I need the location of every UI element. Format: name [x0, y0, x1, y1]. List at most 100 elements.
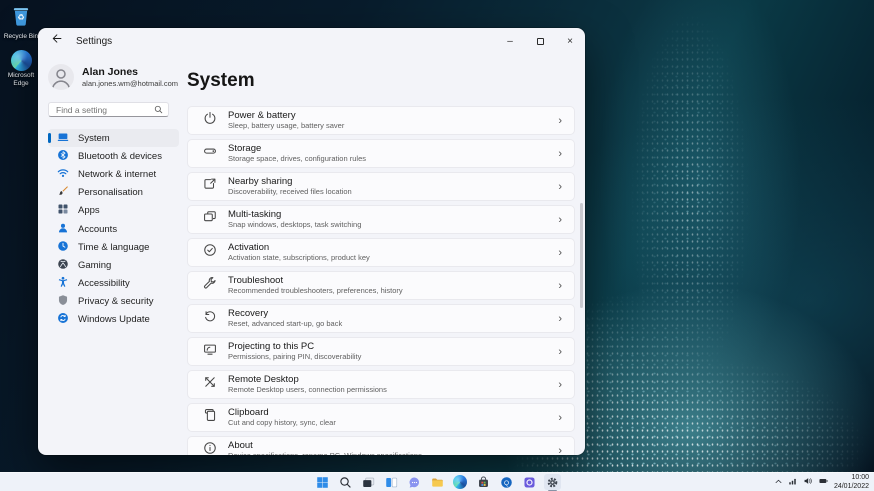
- app-blue-icon: Q: [500, 476, 512, 488]
- setting-card-about[interactable]: AboutDevice specifications, rename PC, W…: [187, 436, 575, 455]
- time-language-icon: [57, 240, 69, 255]
- start-icon: [316, 476, 328, 488]
- minimize-button[interactable]: –: [495, 28, 525, 54]
- setting-subtitle: Reset, advanced start-up, go back: [228, 319, 343, 329]
- troubleshoot-icon: [203, 276, 217, 295]
- setting-card-remote-desktop[interactable]: Remote Desktop Remote Desktop users, conn…: [187, 370, 575, 399]
- profile-email: alan.jones.wm@hotmail.com: [82, 79, 178, 89]
- sidebar-item-network-internet[interactable]: Network & internet: [48, 165, 179, 183]
- setting-title: Nearby sharing: [228, 175, 293, 187]
- edge-button[interactable]: [452, 474, 469, 490]
- app-blue-button[interactable]: Q: [498, 474, 515, 490]
- sidebar-item-gaming[interactable]: Gaming: [48, 256, 179, 274]
- setting-card-storage[interactable]: Storage Storage space, drives, configurat…: [187, 139, 575, 168]
- user-profile[interactable]: Alan Jones alan.jones.wm@hotmail.com: [48, 64, 187, 90]
- settings-list: Power & battery Sleep, battery usage, bat…: [187, 106, 575, 455]
- page-title: System: [187, 70, 255, 91]
- sidebar-item-bluetooth-devices[interactable]: Bluetooth & devices: [48, 147, 179, 165]
- sidebar-item-label: Privacy & security: [78, 296, 154, 308]
- edge-shortcut[interactable]: Microsoft Edge: [0, 49, 42, 88]
- network-icon: [57, 167, 69, 182]
- chevron-right-icon: ›: [558, 114, 562, 127]
- chat-button[interactable]: [406, 474, 423, 490]
- search-input[interactable]: [54, 103, 154, 116]
- scrollbar[interactable]: [580, 203, 583, 308]
- maximize-icon: [536, 37, 544, 45]
- widgets-button[interactable]: [383, 474, 400, 490]
- sidebar-item-label: Time & language: [78, 241, 150, 253]
- store-icon: [478, 475, 488, 487]
- desktop: ♻ Recycle Bin Microsoft Edge Settings – …: [0, 0, 874, 491]
- edge-icon: [453, 475, 467, 489]
- task-view-button[interactable]: [360, 474, 377, 490]
- storage-icon: [203, 144, 217, 163]
- app-purple-button[interactable]: [521, 474, 538, 490]
- clock-time: 10:00: [851, 473, 869, 481]
- setting-subtitle: Recommended troubleshooters, preferences…: [228, 286, 403, 296]
- setting-card-power-battery[interactable]: Power & battery Sleep, battery usage, bat…: [187, 106, 575, 135]
- sidebar-item-system[interactable]: System: [48, 129, 179, 148]
- sidebar-item-personalisation[interactable]: Personalisation: [48, 184, 179, 202]
- close-button[interactable]: ×: [555, 28, 585, 54]
- setting-title: Recovery: [228, 307, 269, 319]
- sidebar-item-apps[interactable]: Apps: [48, 202, 179, 220]
- battery-icon[interactable]: [818, 473, 829, 491]
- projecting-icon: [203, 342, 217, 361]
- tray-chevron-up-icon[interactable]: [774, 473, 783, 491]
- system-icon: [57, 131, 69, 146]
- desktop-icon-label: Microsoft Edge: [7, 71, 35, 87]
- about-icon: [203, 441, 217, 455]
- desktop-icons: ♻ Recycle Bin Microsoft Edge: [0, 6, 42, 87]
- taskbar: Q 10:00 24/01/2022: [0, 472, 874, 491]
- activation-icon: [203, 243, 217, 262]
- sidebar-item-time-language[interactable]: Time & language: [48, 238, 179, 256]
- recovery-icon: [203, 309, 217, 328]
- nearby-sharing-icon: [203, 177, 217, 196]
- setting-title: Troubleshoot: [228, 274, 284, 286]
- sidebar-item-windows-update[interactable]: Windows Update: [48, 311, 179, 329]
- sidebar-item-accessibility[interactable]: Accessibility: [48, 275, 179, 293]
- back-icon[interactable]: [50, 32, 63, 50]
- taskbar-clock[interactable]: 10:00 24/01/2022: [834, 473, 869, 491]
- sidebar-item-label: System: [78, 132, 110, 144]
- start-button[interactable]: [314, 474, 331, 490]
- setting-card-projecting[interactable]: Projecting to this PC Permissions, pairin…: [187, 337, 575, 366]
- sidebar-item-accounts[interactable]: Accounts: [48, 220, 179, 238]
- setting-title: Storage: [228, 142, 262, 154]
- store-button[interactable]: [475, 474, 492, 490]
- accounts-icon: [57, 222, 69, 237]
- setting-card-recovery[interactable]: Recovery Reset, advanced start-up, go bac…: [187, 304, 575, 333]
- window-controls: – ×: [495, 28, 585, 54]
- setting-title: About: [228, 439, 253, 451]
- app-purple-icon: [523, 476, 535, 488]
- setting-card-nearby-sharing[interactable]: Nearby sharing Discoverability, received …: [187, 172, 575, 201]
- setting-card-clipboard[interactable]: Clipboard Cut and copy history, sync, cle…: [187, 403, 575, 432]
- setting-card-troubleshoot[interactable]: Troubleshoot Recommended troubleshooters,…: [187, 271, 575, 300]
- profile-name: Alan Jones: [82, 65, 139, 78]
- apps-icon: [57, 203, 69, 218]
- gaming-icon: [57, 258, 69, 273]
- main-content: System Power & battery Sleep, battery usa…: [187, 54, 585, 455]
- window-title: Settings: [76, 35, 113, 47]
- setting-card-multitasking[interactable]: Multi-tasking Snap windows, desktops, tas…: [187, 205, 575, 234]
- taskbar-search-button[interactable]: [337, 474, 354, 490]
- file-explorer-button[interactable]: [429, 474, 446, 490]
- setting-subtitle: Storage space, drives, configuration rul…: [228, 154, 366, 164]
- sidebar-item-label: Accessibility: [78, 278, 130, 290]
- chevron-right-icon: ›: [558, 345, 562, 358]
- recycle-bin-shortcut[interactable]: ♻ Recycle Bin: [4, 6, 38, 41]
- file-explorer-icon: [431, 477, 443, 487]
- sidebar-item-privacy-security[interactable]: Privacy & security: [48, 293, 179, 311]
- maximize-button[interactable]: [525, 28, 555, 54]
- clock-date: 24/01/2022: [833, 483, 869, 490]
- setting-subtitle: Snap windows, desktops, task switching: [228, 220, 362, 230]
- network-signal-icon[interactable]: [788, 473, 798, 491]
- settings-search-box: [48, 102, 169, 117]
- setting-title: Remote Desktop: [228, 373, 299, 385]
- setting-title: Activation: [228, 241, 270, 253]
- recycle-bin-icon: ♻: [11, 6, 31, 32]
- clipboard-icon: [203, 408, 217, 427]
- setting-card-activation[interactable]: Activation Activation state, subscription…: [187, 238, 575, 267]
- settings-taskbar-button[interactable]: [543, 474, 561, 491]
- volume-icon[interactable]: [803, 473, 813, 491]
